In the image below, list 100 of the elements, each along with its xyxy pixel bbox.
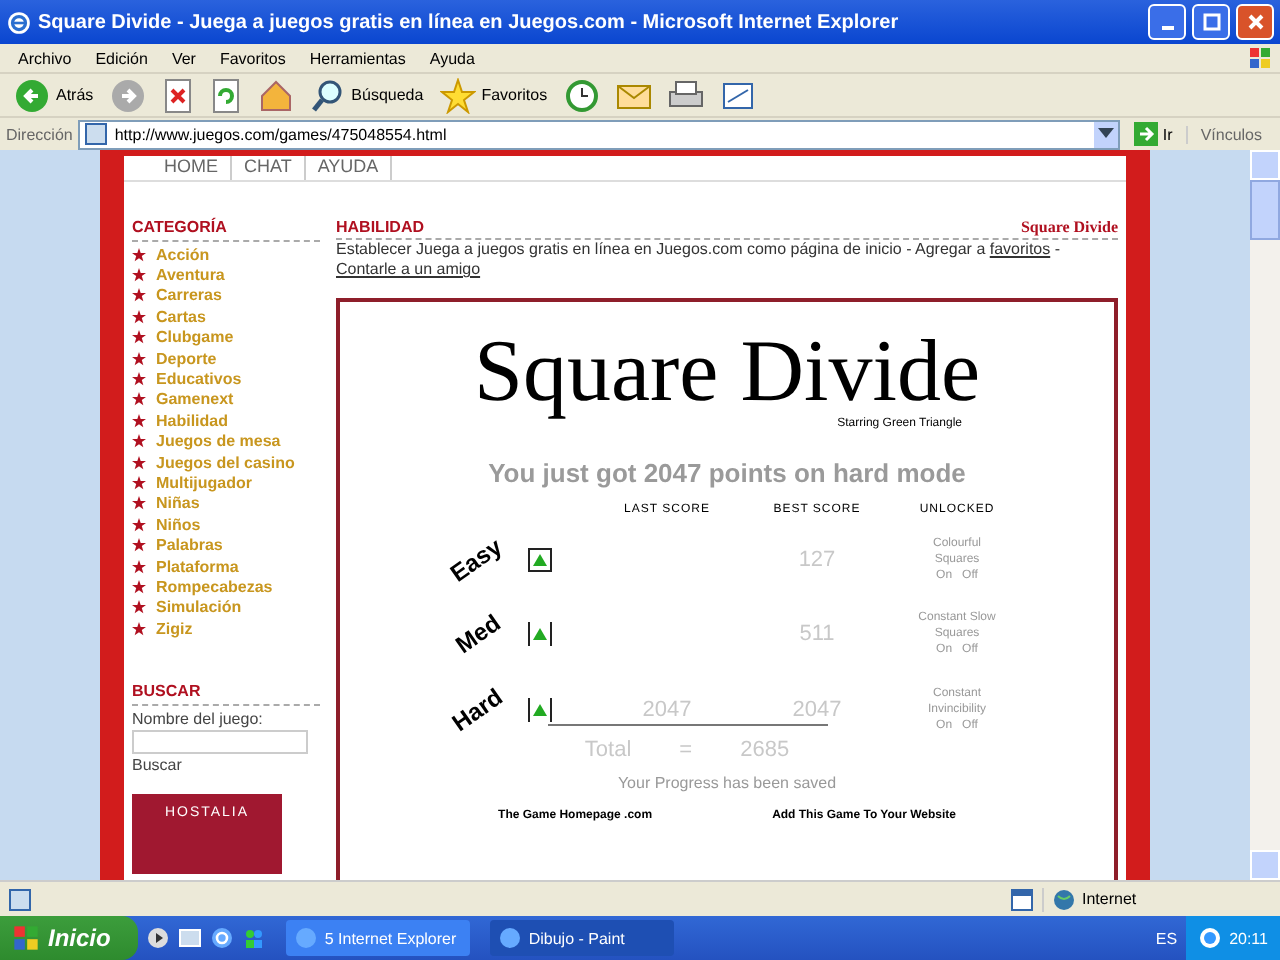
address-field[interactable]: http://www.juegos.com/games/475048554.html	[78, 119, 1121, 149]
category-link[interactable]: Multijugador	[156, 473, 252, 492]
menu-item[interactable]: Edición	[85, 49, 158, 67]
search-link[interactable]: Buscar	[132, 755, 320, 774]
app-icon	[294, 926, 319, 950]
star-icon	[132, 392, 146, 407]
network-icon[interactable]	[1197, 926, 1222, 950]
taskbar-button[interactable]: 5 Internet Explorer	[286, 920, 471, 956]
menu-item[interactable]: Ayuda	[419, 49, 485, 67]
category-link[interactable]: Plataforma	[156, 557, 239, 576]
category-link[interactable]: Educativos	[156, 370, 242, 389]
minimize-button[interactable]	[1148, 4, 1186, 40]
menu-item[interactable]: Favoritos	[209, 49, 296, 67]
house-icon	[257, 77, 294, 113]
category-link[interactable]: Juegos de mesa	[156, 432, 281, 451]
people-icon[interactable]	[242, 926, 267, 950]
category-link[interactable]: Niños	[156, 515, 201, 534]
category-link[interactable]: Niñas	[156, 494, 200, 513]
language-indicator[interactable]: ES	[1155, 929, 1178, 947]
favorites-link[interactable]: favoritos	[989, 240, 1051, 258]
windows-logo-icon	[1248, 46, 1272, 70]
category-link[interactable]: Zigiz	[156, 619, 193, 638]
triangle-button[interactable]	[527, 622, 551, 646]
star-icon	[132, 579, 146, 594]
triangle-button[interactable]	[527, 698, 551, 722]
address-label: Dirección	[6, 125, 73, 143]
page-icon	[8, 887, 32, 911]
close-icon	[1245, 12, 1265, 32]
category-link[interactable]: Rompecabezas	[156, 577, 273, 596]
star-icon	[132, 600, 146, 615]
nav-tab[interactable]: AYUDA	[305, 156, 393, 180]
category-link[interactable]: Acción	[156, 245, 210, 264]
taskbar-button[interactable]: Dibujo - Paint	[490, 920, 675, 956]
category-link[interactable]: Clubgame	[156, 328, 234, 347]
clock-icon	[563, 77, 600, 113]
star-icon	[132, 247, 146, 262]
game-name: Square Divide	[1020, 218, 1118, 236]
printer-icon	[667, 77, 704, 113]
star-icon	[132, 621, 146, 636]
star-icon	[439, 77, 476, 113]
start-button[interactable]: Inicio	[0, 916, 139, 960]
links-button[interactable]: Vínculos	[1186, 125, 1274, 143]
category-link[interactable]: Aventura	[156, 266, 225, 285]
search-button[interactable]: Búsqueda	[303, 75, 430, 115]
mode-label: Med	[449, 608, 505, 660]
category-link[interactable]: Simulación	[156, 598, 242, 617]
stop-icon	[161, 77, 194, 113]
score-message: You just got 2047 points on hard mode	[488, 458, 966, 488]
star-icon	[132, 434, 146, 449]
star-icon	[132, 372, 146, 387]
arrow-icon	[1134, 122, 1159, 146]
favorites-button[interactable]: Favoritos	[433, 75, 554, 115]
search-field[interactable]	[132, 730, 308, 755]
maximize-icon	[1201, 12, 1221, 32]
triangle-button[interactable]	[527, 548, 551, 572]
page-icon	[84, 122, 109, 146]
category-link[interactable]: Habilidad	[156, 411, 229, 430]
category-link[interactable]: Cartas	[156, 307, 206, 326]
browser-icon[interactable]	[210, 926, 235, 950]
category-link[interactable]: Gamenext	[156, 390, 234, 409]
category-link[interactable]: Juegos del casino	[156, 453, 295, 472]
menu-item[interactable]: Herramientas	[299, 49, 416, 67]
menu-item[interactable]: Archivo	[8, 49, 82, 67]
maximize-button[interactable]	[1192, 4, 1230, 40]
zone-label: Internet	[1082, 890, 1137, 908]
minimize-icon	[1161, 26, 1173, 30]
star-icon	[132, 455, 146, 470]
close-button[interactable]	[1236, 4, 1274, 40]
star-icon	[132, 330, 146, 345]
edit-icon	[719, 77, 756, 113]
scrollbar[interactable]	[1250, 150, 1280, 880]
star-icon	[132, 351, 146, 366]
back-button[interactable]: Atrás	[8, 75, 100, 115]
menu-item[interactable]: Ver	[161, 49, 206, 67]
sidebar-heading: CATEGORÍA	[132, 218, 320, 242]
game-title: Square Divide	[474, 326, 980, 418]
tell-friend-link[interactable]: Contarle a un amigo	[336, 260, 481, 278]
browser-icon	[6, 9, 32, 35]
category-link[interactable]: Carreras	[156, 286, 222, 305]
star-icon	[132, 496, 146, 511]
media-icon[interactable]	[146, 926, 171, 950]
intro-text: Establecer Juega a juegos gratis en línea en Juegos.com como página de inicio - Agregar a favoritos - Contarle a un amigo	[336, 240, 1062, 280]
star-icon	[132, 288, 146, 303]
category-link[interactable]: Palabras	[156, 536, 223, 555]
star-icon	[132, 475, 146, 490]
desktop-icon[interactable]	[178, 926, 203, 950]
star-icon	[132, 517, 146, 532]
star-icon	[132, 538, 146, 553]
go-button[interactable]: Ir	[1126, 122, 1181, 146]
app-icon	[498, 926, 523, 950]
nav-tab[interactable]: CHAT	[232, 156, 306, 180]
equals-sign: =	[679, 738, 693, 762]
window-title: Square Divide - Juega a juegos gratis en línea en Juegos.com - Microsoft Internet Explorer	[38, 11, 901, 33]
star-icon	[132, 268, 146, 283]
saved-message: Your Progress has been saved	[617, 774, 837, 792]
category-link[interactable]: Deporte	[156, 349, 217, 368]
nav-tab[interactable]: HOME	[152, 156, 232, 180]
globe-icon	[1052, 887, 1076, 911]
clock: 20:11	[1229, 929, 1268, 947]
star-icon	[132, 309, 146, 324]
